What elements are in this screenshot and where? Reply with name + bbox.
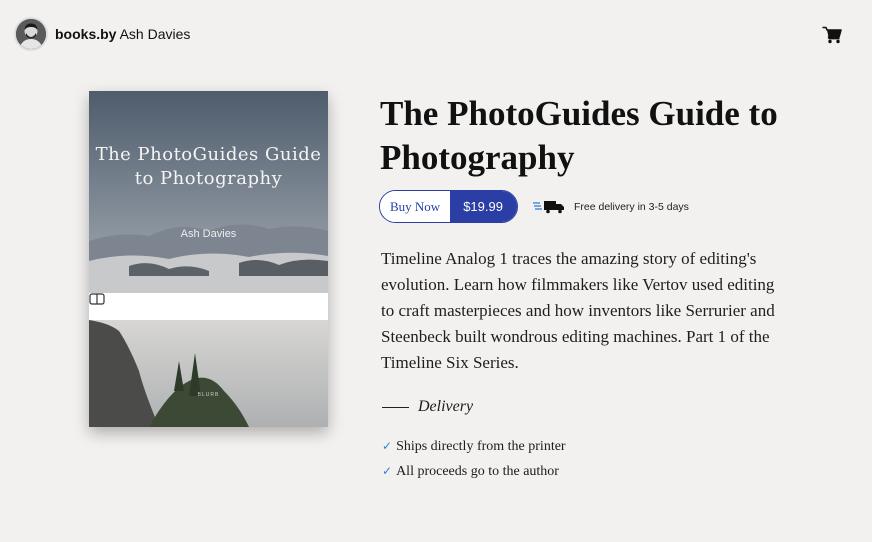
- book-description: Timeline Analog 1 traces the amazing sto…: [381, 249, 775, 372]
- truck-icon: [532, 200, 564, 213]
- list-item-text: All proceeds go to the author: [396, 464, 559, 479]
- cart-icon: [822, 26, 842, 44]
- cover-title: The PhotoGuides Guide to Photography: [95, 144, 322, 189]
- page-title: The PhotoGuides Guide to Photography: [380, 94, 778, 177]
- brand[interactable]: books.by Ash Davies: [55, 26, 190, 42]
- purchase-row: Buy Now $19.99 Free delivery in 3-5 days: [379, 190, 689, 223]
- buy-button[interactable]: Buy Now $19.99: [379, 190, 518, 223]
- book-cover[interactable]: The PhotoGuides Guide to Photography Ash…: [89, 91, 328, 427]
- check-icon: ✓: [382, 439, 393, 453]
- site-header: books.by Ash Davies: [16, 18, 190, 50]
- user-avatar-icon: [16, 19, 46, 49]
- avatar[interactable]: [16, 19, 46, 49]
- heading-dash: [382, 406, 409, 408]
- price-label: $19.99: [450, 191, 517, 222]
- cover-photo: [89, 91, 328, 427]
- list-item: ✓ All proceeds go to the author: [382, 459, 566, 484]
- cover-author: Ash Davies: [180, 228, 237, 240]
- delivery-note-text: Free delivery in 3-5 days: [573, 200, 689, 213]
- brand-bold: books.by: [55, 26, 117, 42]
- delivery-list: ✓ Ships directly from the printer ✓ All pr…: [382, 434, 566, 484]
- delivery-heading: Delivery: [382, 398, 473, 416]
- cover-band: [89, 293, 328, 320]
- delivery-note: Free delivery in 3-5 days: [532, 200, 689, 214]
- cart-button[interactable]: [822, 26, 842, 44]
- cover-publisher-mark: BLURB: [197, 392, 220, 398]
- check-icon: ✓: [382, 464, 393, 478]
- book-open-icon: [89, 293, 105, 305]
- list-item: ✓ Ships directly from the printer: [382, 434, 566, 459]
- brand-author: Ash Davies: [119, 26, 191, 42]
- list-item-text: Ships directly from the printer: [396, 439, 566, 454]
- buy-now-label: Buy Now: [380, 191, 451, 222]
- delivery-heading-text: Delivery: [418, 398, 474, 415]
